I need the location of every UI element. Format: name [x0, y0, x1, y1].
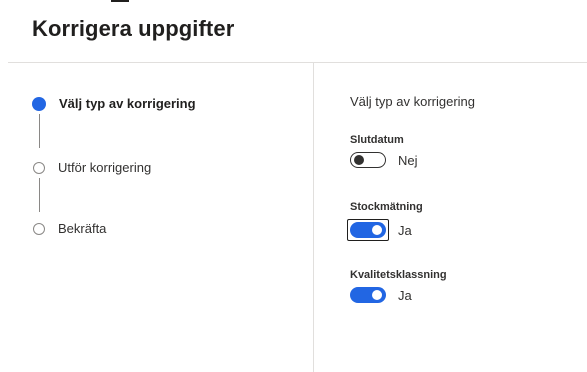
- toggle-knob: [372, 290, 382, 300]
- toggle-value: Ja: [398, 222, 412, 238]
- step-select-type[interactable]: Välj typ av korrigering: [32, 96, 196, 111]
- field-label: Stockmätning: [350, 201, 423, 213]
- top-cropped-glyph: [111, 0, 129, 2]
- field-label: Slutdatum: [350, 134, 404, 146]
- field-kvalitetsklassning: Kvalitetsklassning Ja: [350, 269, 447, 303]
- toggle-knob: [372, 225, 382, 235]
- slutdatum-toggle[interactable]: [350, 152, 386, 168]
- field-label: Kvalitetsklassning: [350, 269, 447, 281]
- panel-divider: [313, 63, 314, 372]
- page-title: Korrigera uppgifter: [32, 16, 235, 41]
- step-indicator-pending-icon: [33, 161, 45, 174]
- step-connector: [39, 114, 40, 148]
- step-label: Utför korrigering: [58, 160, 152, 175]
- step-label: Välj typ av korrigering: [59, 96, 196, 111]
- stockmatning-toggle[interactable]: [350, 222, 386, 238]
- toggle-value: Ja: [398, 287, 412, 303]
- step-label: Bekräfta: [58, 221, 107, 236]
- correction-type-panel: Välj typ av korrigering Slutdatum Nej St…: [347, 94, 475, 303]
- step-connector: [39, 178, 40, 212]
- step-perform-correction[interactable]: Utför korrigering: [33, 160, 151, 175]
- kvalitetsklassning-toggle[interactable]: [350, 287, 386, 303]
- step-indicator-active-icon: [32, 96, 46, 111]
- toggle-value: Nej: [398, 152, 418, 168]
- panel-title: Välj typ av korrigering: [350, 94, 475, 109]
- field-slutdatum: Slutdatum Nej: [350, 134, 418, 168]
- toggle-knob: [354, 155, 364, 165]
- focus-outline: [347, 219, 389, 241]
- step-list: Välj typ av korrigering Utför korrigerin…: [0, 63, 313, 372]
- step-confirm[interactable]: Bekräfta: [33, 221, 106, 236]
- field-stockmatning: Stockmätning Ja: [347, 201, 423, 241]
- step-indicator-pending-icon: [33, 222, 45, 235]
